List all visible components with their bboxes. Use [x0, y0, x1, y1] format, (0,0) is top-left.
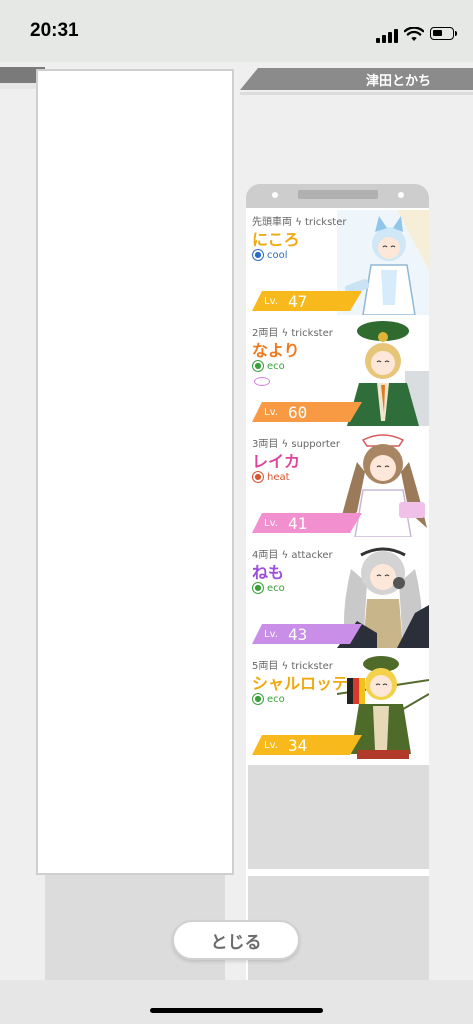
character-card[interactable]: 4両目 ϟ attacker ねも ● eco Lv. 43: [248, 543, 429, 648]
attribute: ● eco: [252, 359, 285, 373]
empty-car-slot[interactable]: [248, 765, 429, 869]
level-value: 47: [288, 292, 308, 311]
level-value: 43: [288, 625, 308, 644]
banner-underline: [240, 92, 473, 95]
character-card[interactable]: 先頭車両 ϟ trickster にころ ● cool Lv. 47: [248, 210, 429, 315]
attribute: ● heat: [252, 470, 290, 484]
home-indicator[interactable]: [150, 1008, 323, 1013]
level-band: Lv. 47: [252, 291, 362, 311]
level-band: Lv. 60: [252, 402, 362, 422]
status-bar: 20:31: [0, 0, 473, 62]
character-name: なより: [252, 341, 300, 360]
accessory-icon: [254, 377, 270, 386]
attribute-icon: ●: [252, 249, 264, 261]
level-value: 60: [288, 403, 308, 422]
detail-panel: [36, 69, 234, 875]
level-band: Lv. 41: [252, 513, 362, 533]
character-card[interactable]: 2両目 ϟ trickster なより ● eco Lv. 60: [248, 321, 429, 426]
attribute: ● eco: [252, 692, 285, 706]
attribute: ● cool: [252, 248, 288, 262]
attribute-icon: ●: [252, 360, 264, 372]
close-button[interactable]: とじる: [172, 920, 300, 960]
signal-icon: [376, 29, 398, 43]
attribute-icon: ●: [252, 693, 264, 705]
attribute-icon: ●: [252, 471, 264, 483]
character-card[interactable]: 3両目 ϟ supporter レイカ ● heat Lv. 41: [248, 432, 429, 537]
character-name: ねも: [252, 563, 285, 582]
wifi-icon: [404, 27, 424, 41]
level-band: Lv. 43: [252, 624, 362, 644]
attribute-icon: ●: [252, 582, 264, 594]
character-card[interactable]: 5両目 ϟ trickster シャルロッテ ● eco Lv. 34: [248, 654, 429, 759]
attribute: ● eco: [252, 581, 285, 595]
home-bar-area: [0, 980, 473, 1024]
level-value: 41: [288, 514, 308, 533]
battery-icon: [430, 27, 457, 40]
level-band: Lv. 34: [252, 735, 362, 755]
train-name: 津田とかち: [365, 74, 431, 89]
character-name: にころ: [252, 230, 300, 249]
level-value: 34: [288, 736, 308, 755]
train-name-banner: 津田とかち: [240, 68, 473, 90]
status-time: 20:31: [30, 20, 79, 41]
character-name: シャルロッテ: [252, 674, 349, 693]
character-name: レイカ: [252, 452, 301, 471]
train-roof: [246, 184, 429, 208]
